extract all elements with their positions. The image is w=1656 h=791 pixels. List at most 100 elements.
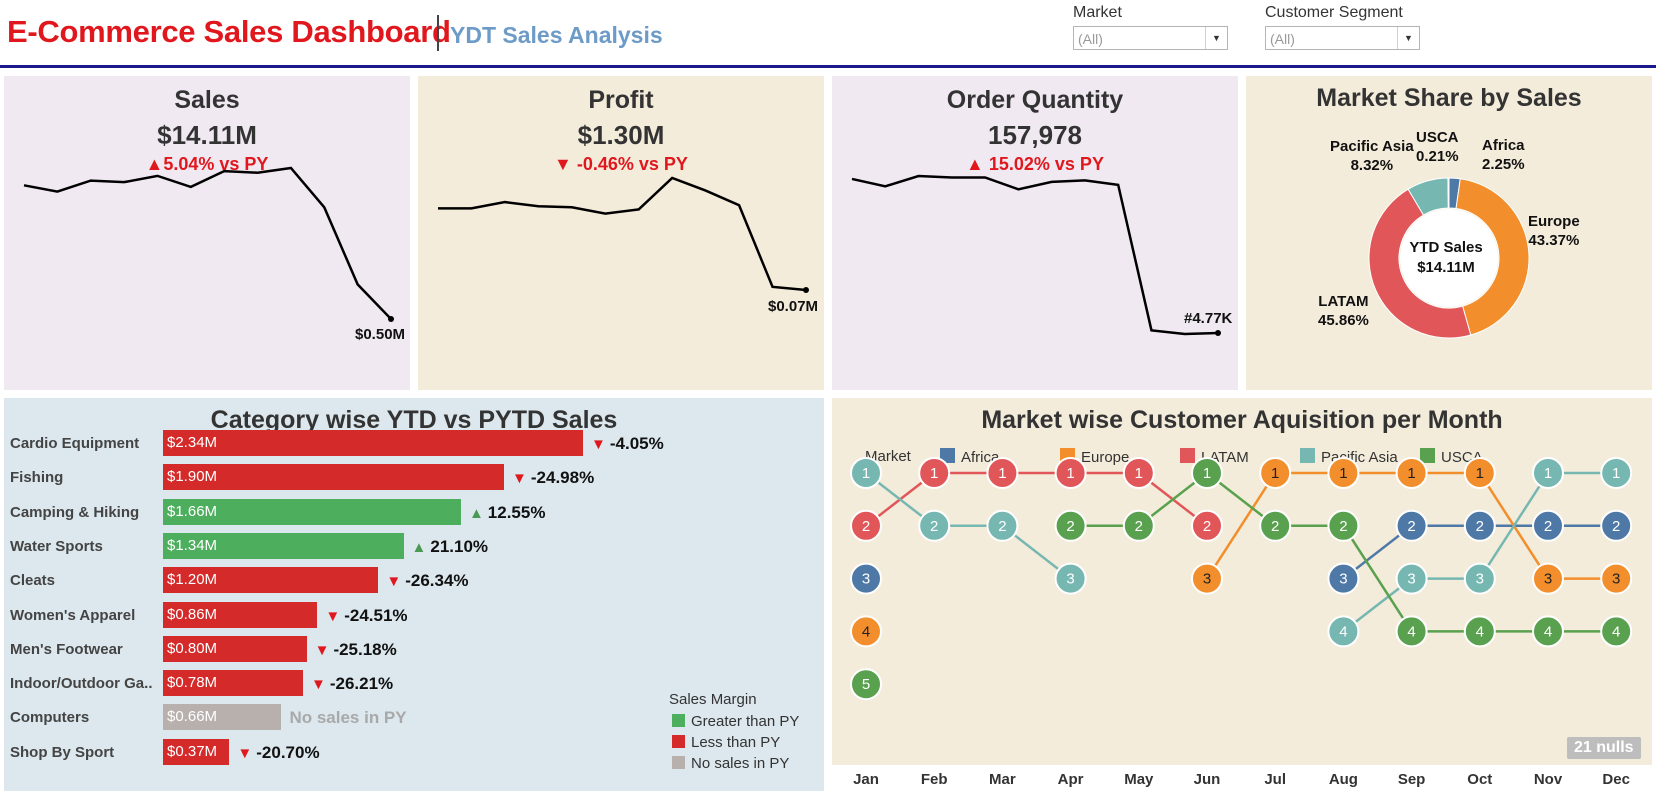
acquisition-bump-chart: 3 3 2 2 2 2 4 3 1 1 1 1 3 3 2 1 1 1 1 2 1 2 2 3 4 3 3 1 1 5 2 2 1 2 2 4 4 4 4 [850,457,1633,701]
bump-point-usca[interactable]: 1 [1191,457,1223,489]
category-row[interactable]: Cardio Equipment $2.34M ▼ -4.05% [4,430,824,456]
category-change-value: 12.55% [487,502,546,522]
category-change: ▼ -24.51% [325,606,407,626]
segment-filter-dropdown[interactable]: (All) ▼ [1265,26,1420,50]
bump-point-europe[interactable]: 1 [1463,457,1496,489]
category-bar[interactable]: $2.34M [163,430,583,456]
bump-point-latam[interactable]: 2 [850,509,882,542]
bump-point-pacific-asia[interactable]: 1 [1532,457,1564,489]
bump-point-latam[interactable]: 2 [1191,509,1223,542]
bump-point-usca[interactable]: 4 [1395,615,1428,648]
category-bar[interactable]: $1.20M [163,567,379,594]
bump-point-pacific-asia[interactable]: 3 [1463,562,1496,595]
category-bar[interactable]: $1.66M [163,498,461,525]
sparkline-end-label: #4.77K [1184,310,1233,327]
bump-point-usca[interactable]: 2 [1054,509,1087,542]
pie-label-pacific-asia: Pacific Asia 8.32% [1330,138,1414,174]
category-bar[interactable]: $0.78M [163,670,303,697]
market-filter-dropdown[interactable]: (All) ▼ [1073,26,1228,50]
bump-point-latam[interactable]: 1 [1054,457,1087,489]
svg-text:2: 2 [862,518,870,535]
category-change: ▼ -24.98% [512,468,594,488]
pie-label-africa: Africa 2.25% [1482,137,1525,173]
category-bar[interactable]: $0.80M [163,635,307,662]
dashboard-header: E-Commerce Sales Dashboard YDT Sales Ana… [0,0,1656,68]
bump-point-africa[interactable]: 2 [1600,509,1633,542]
triangle-down-icon: ▼ [311,676,326,694]
svg-text:2: 2 [1339,518,1347,535]
bump-point-africa[interactable]: 2 [1395,509,1428,542]
bump-point-europe[interactable]: 1 [1259,457,1292,489]
segment-filter-value: (All) [1270,31,1295,47]
category-bar[interactable]: $1.34M [163,532,404,559]
bump-point-pacific-asia[interactable]: 2 [918,509,951,542]
bump-point-pacific-asia[interactable]: 3 [1395,562,1428,595]
category-change-value: -4.05% [609,434,664,453]
month-tick-label: Apr [1058,771,1084,788]
category-name: Cleats [10,572,56,590]
bump-point-europe[interactable]: 3 [1191,562,1223,595]
category-name: Fishing [10,469,64,487]
bump-point-africa[interactable]: 2 [1532,509,1564,542]
bump-point-europe[interactable]: 1 [1395,457,1428,489]
nulls-badge[interactable]: 21 nulls [1567,737,1641,759]
bump-point-pacific-asia[interactable]: 4 [1327,615,1360,648]
bar-value-label: $1.20M [167,571,218,589]
svg-text:2: 2 [1544,518,1552,535]
market-filter-value: (All) [1078,31,1103,47]
category-row[interactable]: Cleats $1.20M ▼ -26.34% [4,567,824,594]
category-row[interactable]: Camping & Hiking $1.66M ▲ 12.55% [4,498,824,525]
market-filter-label: Market [1073,4,1122,21]
svg-text:2: 2 [1135,518,1143,535]
category-row[interactable]: Water Sports $1.34M ▲ 21.10% [4,532,824,559]
bump-point-pacific-asia[interactable]: 1 [1600,457,1633,489]
chevron-down-icon[interactable]: ▼ [1205,27,1227,49]
bump-point-latam[interactable]: 1 [986,457,1019,489]
bump-point-europe[interactable]: 3 [1600,562,1633,595]
category-bar[interactable]: $0.37M [163,738,230,765]
category-change: ▼ -25.18% [315,640,397,660]
sparkline-end-label: $0.50M [355,326,406,343]
acquisition-x-axis: Jan Feb Mar Apr May Jun Jul Aug Sep Oct Nov Dec [853,771,1630,788]
bump-point-usca[interactable]: 4 [1600,615,1633,648]
donut-slice-usca[interactable] [1447,177,1450,209]
svg-text:4: 4 [1339,623,1347,640]
bump-point-africa[interactable]: 3 [1327,562,1360,595]
svg-text:3: 3 [862,571,870,588]
profit-kpi-panel: Profit $1.30M ▼ -0.46% vs PY $0.07M [418,76,824,390]
bump-point-europe[interactable]: 3 [1532,562,1564,595]
bump-point-europe[interactable]: 1 [1327,457,1360,489]
bump-point-africa[interactable]: 2 [1463,509,1496,542]
category-change: ▼ -26.34% [386,571,468,591]
bump-point-usca[interactable]: 2 [1259,509,1292,542]
bump-point-usca[interactable]: 4 [1463,615,1496,648]
bump-point-usca[interactable]: 2 [1327,509,1360,542]
svg-text:3: 3 [1339,571,1347,588]
category-row[interactable]: Fishing $1.90M ▼ -24.98% [4,464,824,491]
category-sales-panel: Category wise YTD vs PYTD Sales Cardio E… [4,398,824,791]
category-bar[interactable]: $0.86M [163,601,318,628]
month-tick-label: Jan [853,771,879,788]
bump-point-latam[interactable]: 1 [1122,457,1155,489]
category-name: Men's Footwear [10,640,123,658]
bump-point-usca[interactable]: 5 [850,668,882,701]
svg-text:3: 3 [1476,571,1484,588]
svg-text:2: 2 [1271,518,1279,535]
bump-point-usca[interactable]: 2 [1122,509,1155,542]
bump-point-pacific-asia[interactable]: 3 [1054,562,1087,595]
category-bar[interactable]: $0.66M [163,704,282,731]
bump-point-usca[interactable]: 4 [1532,615,1564,648]
category-change: ▼ -4.05% [591,434,664,454]
category-change-value: -20.70% [256,742,320,762]
bump-point-latam[interactable]: 1 [918,457,951,489]
legend-less-than-py: Less than PY [672,734,780,751]
bump-point-pacific-asia[interactable]: 1 [850,457,882,489]
bump-point-africa[interactable]: 3 [850,562,882,595]
svg-text:2: 2 [1203,518,1211,535]
chevron-down-icon[interactable]: ▼ [1397,27,1419,49]
bump-point-europe[interactable]: 4 [850,615,882,648]
bump-point-pacific-asia[interactable]: 2 [986,509,1019,542]
category-row[interactable]: Men's Footwear $0.80M ▼ -25.18% [4,635,824,662]
category-bar[interactable]: $1.90M [163,464,505,491]
category-row[interactable]: Women's Apparel $0.86M ▼ -24.51% [4,601,824,628]
